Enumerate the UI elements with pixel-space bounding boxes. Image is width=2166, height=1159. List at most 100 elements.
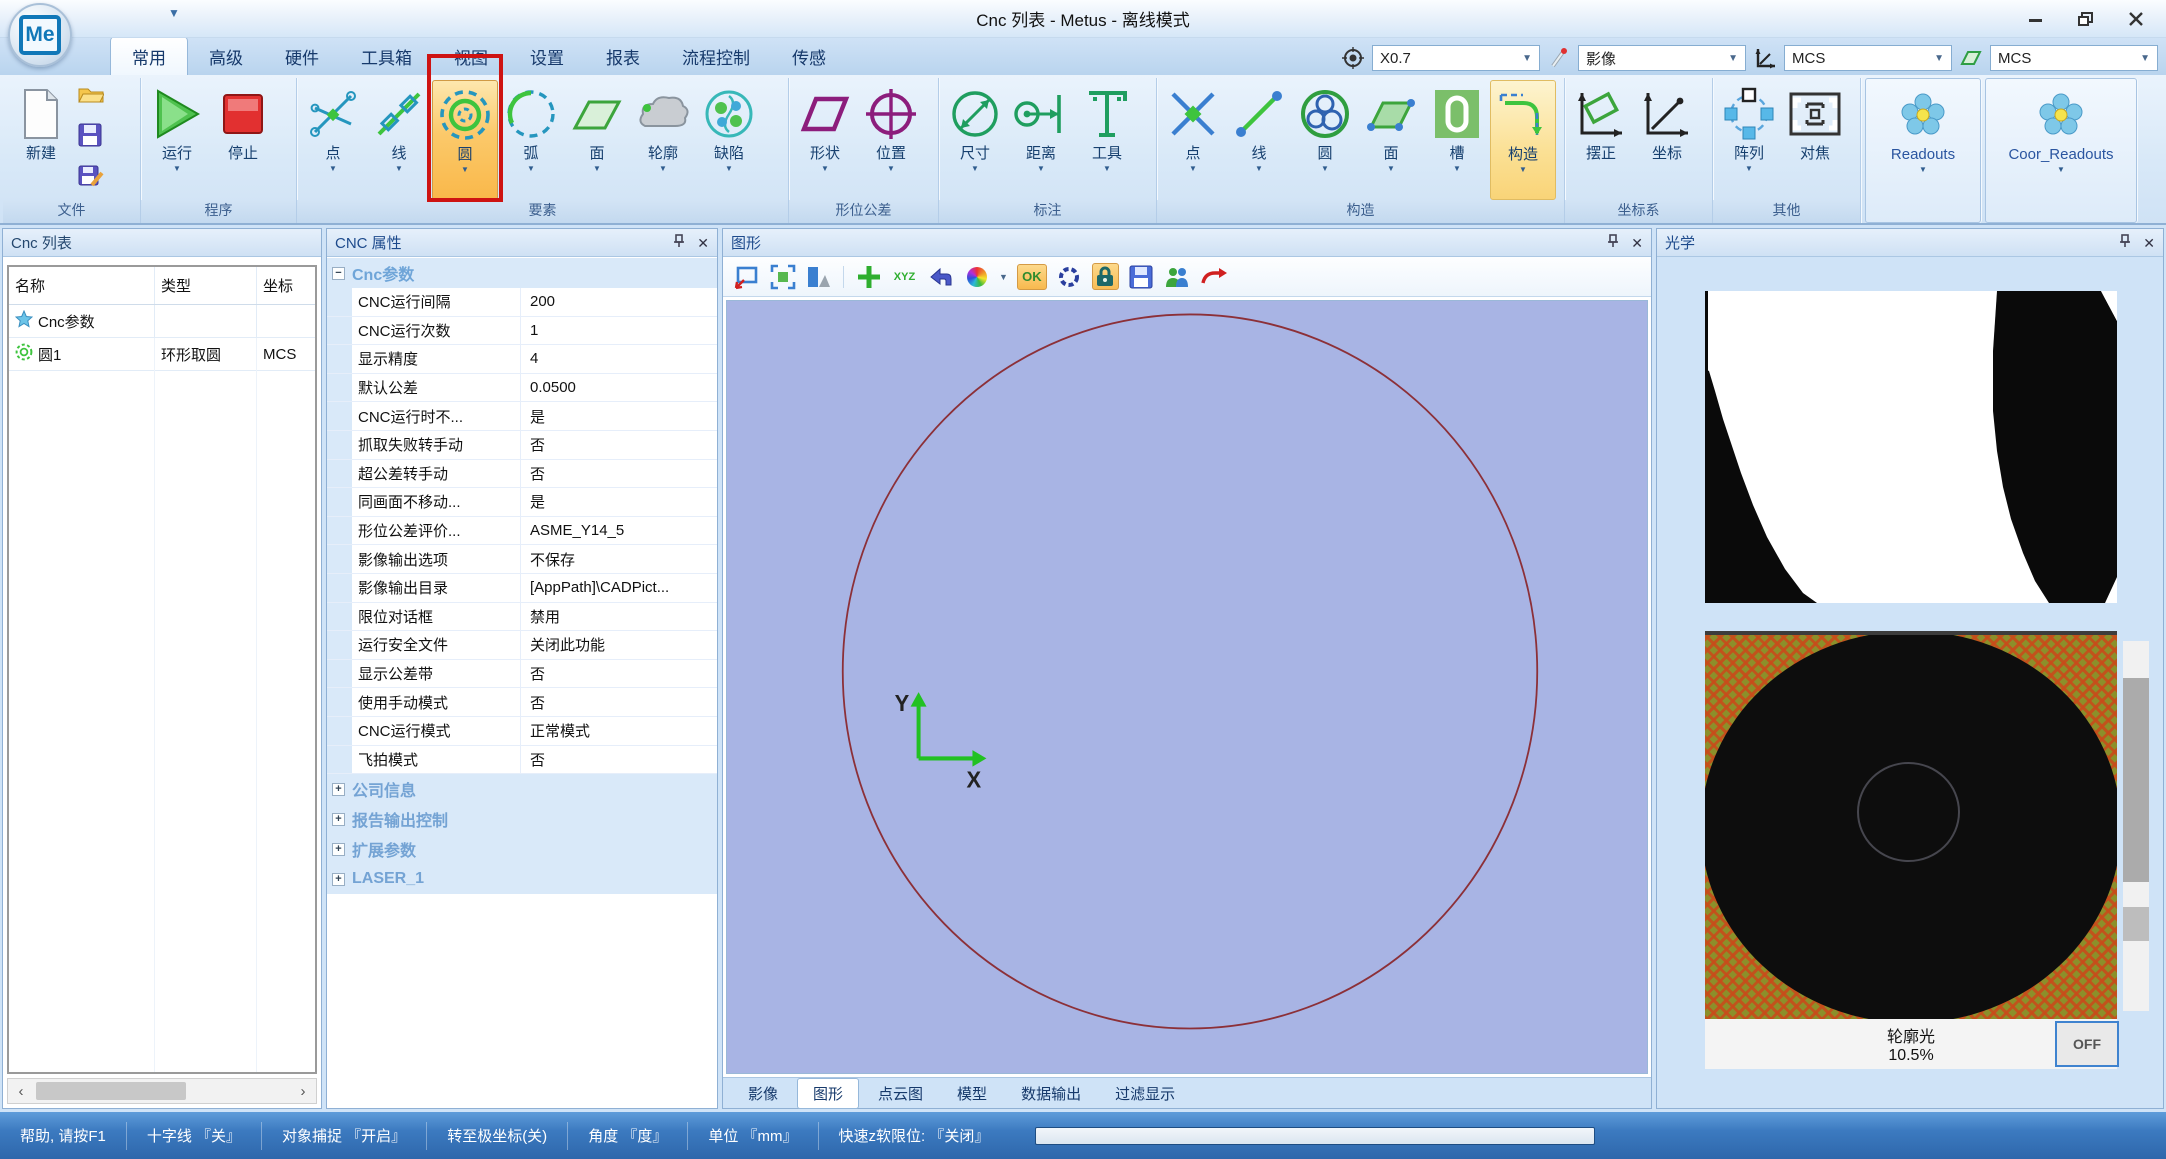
tab-yingjian[interactable]: 硬件 bbox=[264, 37, 340, 75]
graphics-canvas[interactable]: Y X bbox=[726, 300, 1648, 1074]
light-off-button[interactable]: OFF bbox=[2055, 1021, 2119, 1067]
app-menu-button[interactable]: Me bbox=[8, 3, 72, 67]
run-button[interactable]: 运行 ▼ bbox=[144, 80, 210, 200]
property-row[interactable]: 抓取失败转手动否 bbox=[327, 431, 717, 460]
tab-filter-display[interactable]: 过滤显示 bbox=[1100, 1079, 1190, 1108]
status-crosshair-toggle[interactable]: 十字线 『关』 bbox=[127, 1122, 262, 1150]
gear-ring-icon[interactable] bbox=[1056, 263, 1083, 290]
distance-button[interactable]: 距离 ▼ bbox=[1008, 80, 1074, 200]
quick-access-dropdown-icon[interactable]: ▼ bbox=[168, 6, 180, 20]
stop-button[interactable]: 停止 bbox=[210, 80, 276, 200]
status-angle-unit[interactable]: 角度 『度』 bbox=[568, 1122, 688, 1150]
feature-point-button[interactable]: 点 ▼ bbox=[300, 80, 366, 200]
property-row[interactable]: 显示精度4 bbox=[327, 345, 717, 374]
datum-plane-select[interactable]: MCS▼ bbox=[1990, 45, 2158, 71]
column-header-coord[interactable]: 坐标 bbox=[257, 267, 315, 304]
minimize-icon[interactable] bbox=[2028, 11, 2044, 27]
add-icon[interactable] bbox=[855, 263, 882, 290]
construct-plane-button[interactable]: 面 ▼ bbox=[1358, 80, 1424, 200]
fit-view-icon[interactable] bbox=[769, 263, 796, 290]
tab-baobiao[interactable]: 报表 bbox=[585, 37, 661, 75]
ok-button[interactable]: OK bbox=[1017, 264, 1047, 290]
property-row[interactable]: 运行安全文件关闭此功能 bbox=[327, 631, 717, 660]
users-icon[interactable] bbox=[1164, 263, 1191, 290]
property-row[interactable]: CNC运行次数1 bbox=[327, 317, 717, 346]
tab-chuangan[interactable]: 传感 bbox=[771, 37, 847, 75]
tab-shezhi[interactable]: 设置 bbox=[509, 37, 585, 75]
chevron-down-icon[interactable]: ▼ bbox=[999, 272, 1008, 282]
flip-arrow-icon[interactable] bbox=[927, 263, 954, 290]
property-row[interactable]: CNC运行时不...是 bbox=[327, 402, 717, 431]
category-laser1[interactable]: + LASER_1 bbox=[327, 864, 717, 894]
close-panel-icon[interactable]: ✕ bbox=[697, 236, 709, 250]
expand-icon[interactable]: + bbox=[332, 813, 345, 826]
tab-graphics[interactable]: 图形 bbox=[797, 1078, 859, 1109]
tab-model[interactable]: 模型 bbox=[942, 1079, 1002, 1108]
new-file-button[interactable]: 新建 bbox=[6, 80, 76, 200]
feature-defect-button[interactable]: 缺陷 ▼ bbox=[696, 80, 762, 200]
coor-readouts-button[interactable]: Coor_Readouts ▼ bbox=[1989, 81, 2133, 222]
feature-profile-button[interactable]: 轮廓 ▼ bbox=[630, 80, 696, 200]
focus-button[interactable]: 对焦 bbox=[1782, 80, 1848, 200]
restore-icon[interactable] bbox=[2078, 11, 2094, 27]
shape-tolerance-button[interactable]: 形状 ▼ bbox=[792, 80, 858, 200]
property-row[interactable]: 使用手动模式否 bbox=[327, 688, 717, 717]
feature-arc-button[interactable]: 弧 ▼ bbox=[498, 80, 564, 200]
property-row[interactable]: CNC运行间隔200 bbox=[327, 288, 717, 317]
coordinate-button[interactable]: 坐标 bbox=[1634, 80, 1700, 200]
annotation-tool-button[interactable]: 工具 ▼ bbox=[1074, 80, 1140, 200]
tab-liuchengkongzhi[interactable]: 流程控制 bbox=[661, 37, 771, 75]
property-row[interactable]: 默认公差0.0500 bbox=[327, 374, 717, 403]
tab-gongjuxiang[interactable]: 工具箱 bbox=[340, 37, 433, 75]
category-cnc-params[interactable]: − Cnc参数 bbox=[327, 258, 717, 288]
color-wheel-icon[interactable] bbox=[963, 263, 990, 290]
readouts-button[interactable]: Readouts ▼ bbox=[1869, 81, 1977, 222]
feature-line-button[interactable]: 线 ▼ bbox=[366, 80, 432, 200]
feature-plane-button[interactable]: 面 ▼ bbox=[564, 80, 630, 200]
close-icon[interactable] bbox=[2128, 11, 2144, 27]
status-polar-toggle[interactable]: 转至极坐标(关) bbox=[427, 1122, 568, 1150]
tab-pointcloud[interactable]: 点云图 bbox=[863, 1079, 938, 1108]
construct-point-button[interactable]: 点 ▼ bbox=[1160, 80, 1226, 200]
property-row[interactable]: 飞拍模式否 bbox=[327, 746, 717, 775]
align-button[interactable]: 摆正 bbox=[1568, 80, 1634, 200]
coordinate-system-select[interactable]: MCS▼ bbox=[1784, 45, 1952, 71]
status-z-limit[interactable]: 快速z软限位: 『关闭』 bbox=[819, 1122, 1010, 1150]
save-view-icon[interactable] bbox=[1128, 263, 1155, 290]
list-item-cnc-params[interactable]: Cnc参数 bbox=[9, 305, 315, 338]
redo-icon[interactable] bbox=[1200, 263, 1227, 290]
expand-icon[interactable]: + bbox=[332, 873, 345, 886]
construct-line-button[interactable]: 线 ▼ bbox=[1226, 80, 1292, 200]
tab-data-output[interactable]: 数据输出 bbox=[1006, 1079, 1096, 1108]
construct-circle-button[interactable]: 圆 ▼ bbox=[1292, 80, 1358, 200]
property-row[interactable]: 形位公差评价...ASME_Y14_5 bbox=[327, 517, 717, 546]
save-as-icon[interactable] bbox=[78, 165, 104, 194]
save-icon[interactable] bbox=[78, 123, 104, 152]
collapse-icon[interactable]: − bbox=[332, 267, 345, 280]
pin-icon[interactable] bbox=[1607, 234, 1619, 252]
slider-thumb[interactable] bbox=[2123, 678, 2149, 882]
property-row[interactable]: 影像输出选项不保存 bbox=[327, 545, 717, 574]
tab-changyong[interactable]: 常用 bbox=[110, 36, 188, 75]
category-report-output[interactable]: + 报告输出控制 bbox=[327, 804, 717, 834]
property-row[interactable]: 影像输出目录[AppPath]\CADPict... bbox=[327, 574, 717, 603]
close-panel-icon[interactable]: ✕ bbox=[2143, 236, 2155, 250]
expand-icon[interactable]: + bbox=[332, 783, 345, 796]
status-length-unit[interactable]: 单位 『mm』 bbox=[688, 1122, 818, 1150]
tab-gaoji[interactable]: 高级 bbox=[188, 37, 264, 75]
property-row[interactable]: 超公差转手动否 bbox=[327, 460, 717, 489]
category-extended-params[interactable]: + 扩展参数 bbox=[327, 834, 717, 864]
expand-icon[interactable]: + bbox=[332, 843, 345, 856]
profile-view-icon[interactable] bbox=[805, 263, 832, 290]
position-tolerance-button[interactable]: 位置 ▼ bbox=[858, 80, 924, 200]
column-header-type[interactable]: 类型 bbox=[155, 267, 257, 304]
close-panel-icon[interactable]: ✕ bbox=[1631, 236, 1643, 250]
property-row[interactable]: 显示公差带否 bbox=[327, 660, 717, 689]
scroll-left-icon[interactable]: ‹ bbox=[8, 1083, 34, 1100]
array-button[interactable]: 阵列 ▼ bbox=[1716, 80, 1782, 200]
region-zoom-icon[interactable] bbox=[733, 263, 760, 290]
property-row[interactable]: 同画面不移动...是 bbox=[327, 488, 717, 517]
xyz-icon[interactable]: XYZ bbox=[891, 263, 918, 290]
magnification-select[interactable]: X0.7▼ bbox=[1372, 45, 1540, 71]
category-company-info[interactable]: + 公司信息 bbox=[327, 774, 717, 804]
